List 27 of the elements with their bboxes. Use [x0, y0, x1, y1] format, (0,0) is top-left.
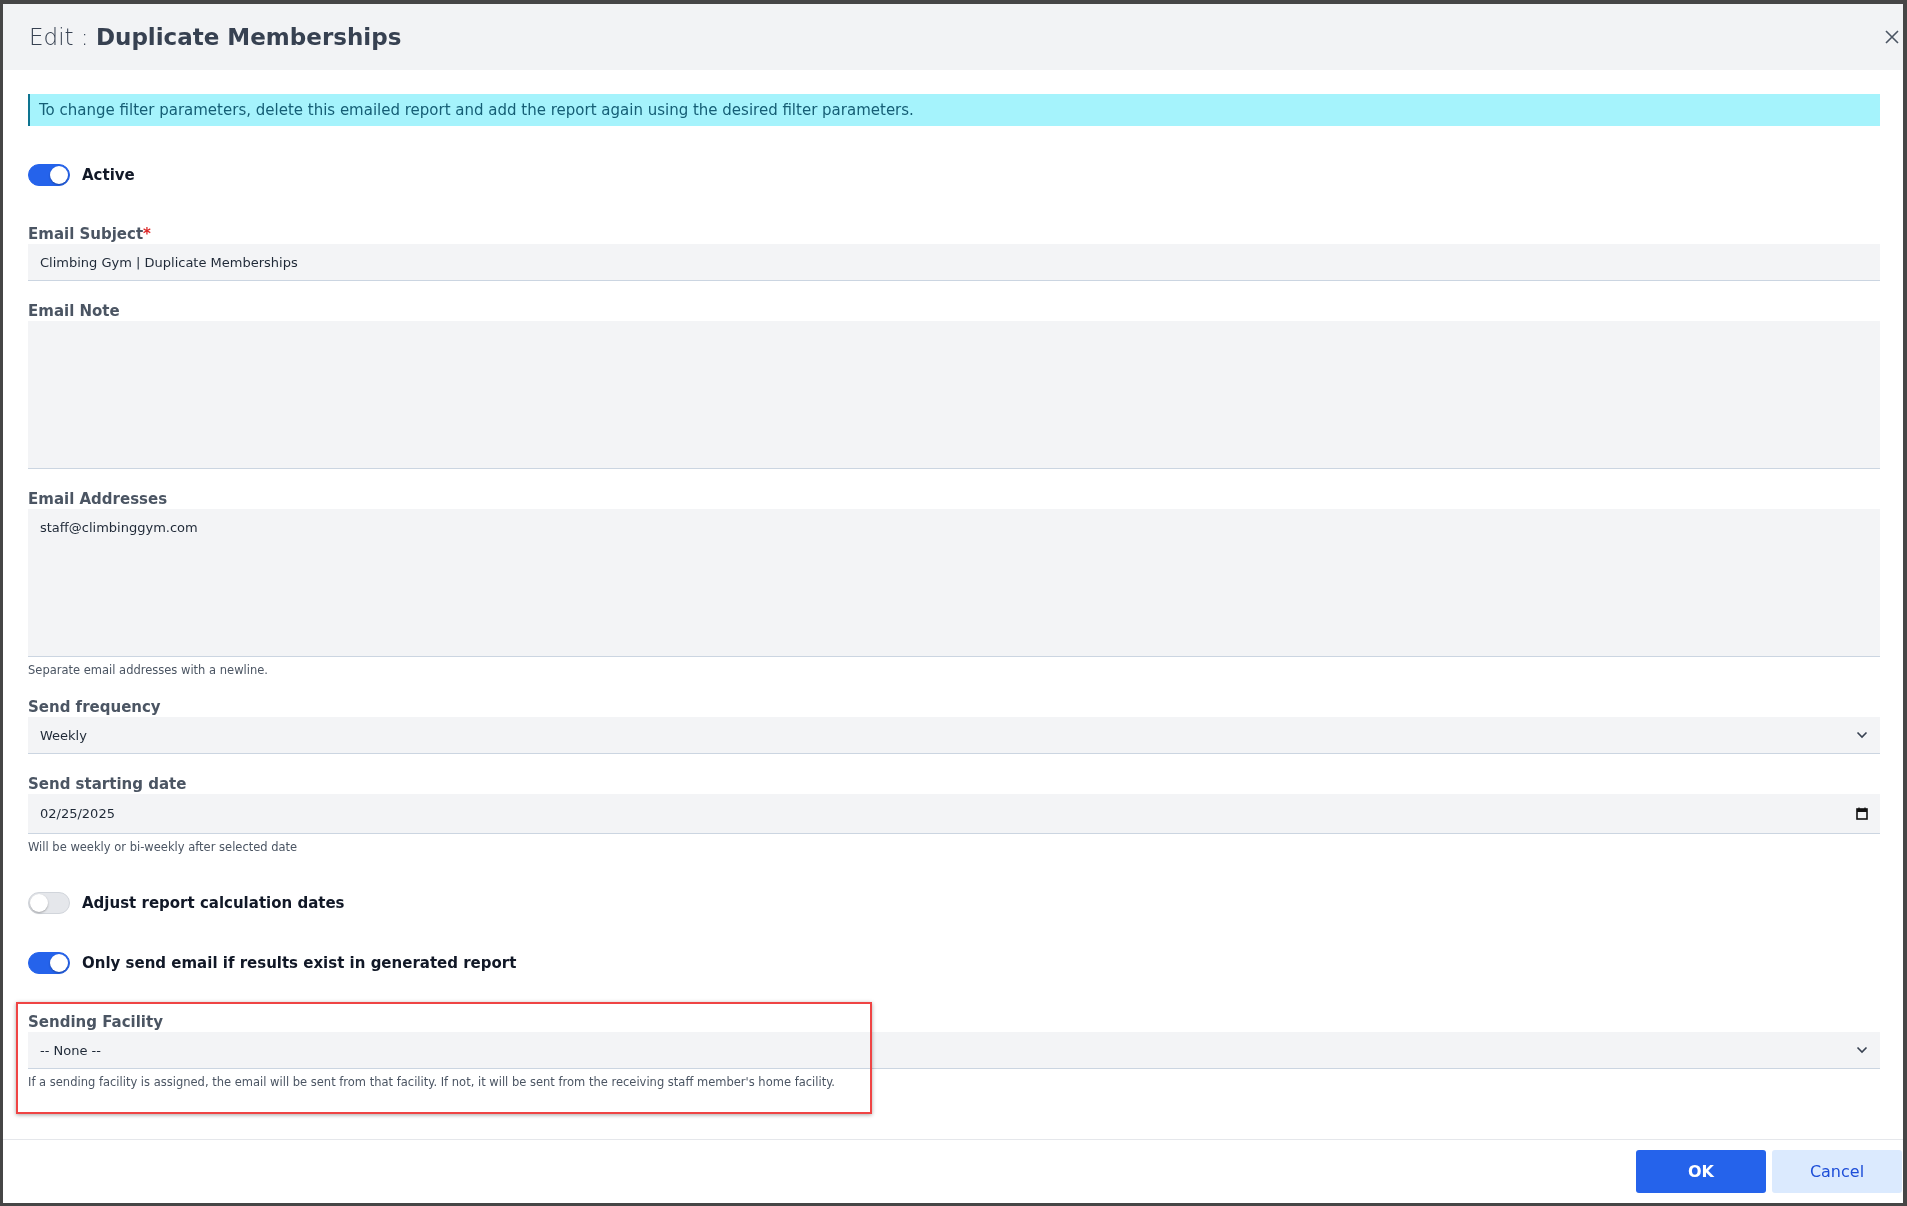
- dropdown[interactable]: Weekly: [28, 717, 1880, 754]
- toggle-label: Only send email if results exist in generated report: [82, 954, 517, 972]
- text-field[interactable]: Climbing Gym | Duplicate Memberships: [28, 244, 1880, 281]
- help-text: Separate email addresses with a newline.: [28, 663, 268, 677]
- text-area[interactable]: staff@climbinggym.com: [28, 509, 1880, 657]
- field-label: Email Addresses: [28, 489, 168, 509]
- toggle-switch[interactable]: [28, 164, 70, 186]
- help-text: Will be weekly or bi-weekly after selected date: [28, 840, 298, 854]
- chevron-down-icon: [1856, 1046, 1868, 1054]
- toggle-label: Active: [82, 166, 135, 184]
- field-label: Email Note: [28, 301, 120, 321]
- close-icon[interactable]: [1885, 30, 1899, 44]
- toggle-label: Adjust report calculation dates: [82, 894, 345, 912]
- field-label: Sending Facility: [28, 1012, 163, 1032]
- info-text: To change filter parameters, delete this emailed report and add the report again using the desired filter parameters.: [39, 101, 914, 119]
- field-label: Send frequency: [28, 697, 161, 717]
- date-field[interactable]: 02/25/2025: [28, 794, 1880, 834]
- field-label: Email Subject*: [28, 224, 151, 244]
- help-text: If a sending facility is assigned, the email will be sent from that facility. If not, it will be sent from the receiving staff member's home facility.: [28, 1075, 835, 1089]
- toggle-switch[interactable]: [28, 952, 70, 974]
- dialog-title: Edit : Duplicate Memberships: [29, 24, 402, 50]
- ok-button[interactable]: OK: [1636, 1150, 1766, 1193]
- chevron-down-icon: [1856, 731, 1868, 739]
- dropdown[interactable]: -- None --: [28, 1032, 1880, 1069]
- field-label: Send starting date: [28, 774, 187, 794]
- cancel-button[interactable]: Cancel: [1772, 1150, 1902, 1193]
- calendar-icon[interactable]: [1856, 807, 1868, 820]
